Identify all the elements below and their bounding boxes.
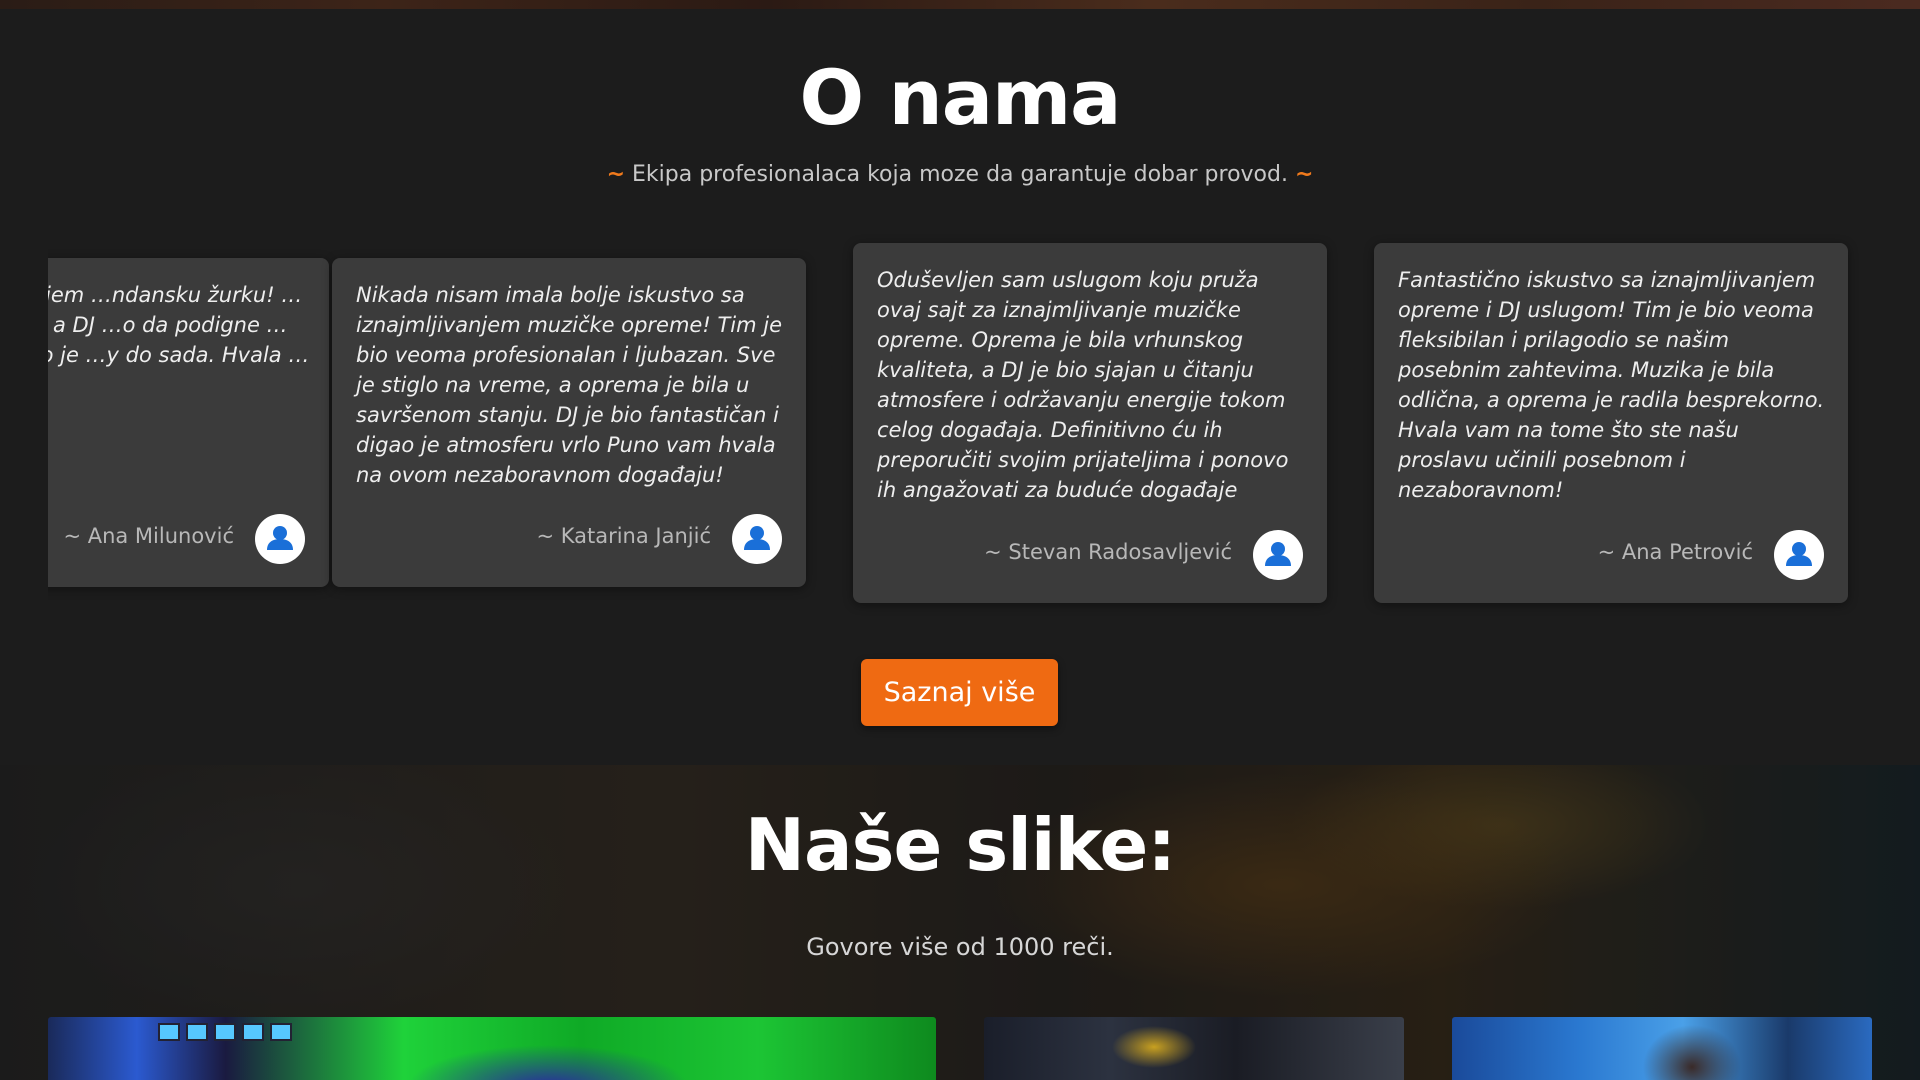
gallery-photo[interactable] [48,1017,936,1080]
about-section: O nama ~ Ekipa profesionalaca koja moze … [0,9,1920,765]
testimonial-author: ~ Stevan Radosavljević [984,540,1232,564]
photos-section: Naše slike: Govore više od 1000 reči. [0,765,1920,1080]
user-avatar-icon [732,514,782,564]
testimonial-author: ~ Ana Milunović [63,524,234,548]
testimonial-text: …a iznajmljivanjem …ndansku žurku! …nsko… [48,283,310,367]
testimonial-text: Nikada nisam imala bolje iskustvo sa izn… [356,283,782,487]
photos-title: Naše slike: [744,803,1176,887]
testimonial-text: Oduševljen sam uslugom koju pruža ovaj s… [877,268,1289,502]
testimonial-author: ~ Ana Petrović [1597,540,1753,564]
testimonial-card: Oduševljen sam uslugom koju pruža ovaj s… [853,243,1327,603]
user-avatar-icon [1253,530,1303,580]
testimonial-author: ~ Katarina Janjić [536,524,711,548]
photos-subtitle: Govore više od 1000 reči. [806,933,1114,961]
user-avatar-icon [1774,530,1824,580]
user-avatar-icon [255,514,305,564]
testimonial-text: Fantastično iskustvo sa iznajmljivanjem … [1398,268,1825,502]
testimonial-card: Fantastično iskustvo sa iznajmljivanjem … [1374,243,1848,603]
gallery-photo[interactable] [1452,1017,1872,1080]
testimonial-card: …a iznajmljivanjem …ndansku žurku! …nsko… [48,258,329,587]
hero-image-bottom-edge [0,0,1920,9]
testimonial-card: Nikada nisam imala bolje iskustvo sa izn… [332,258,806,587]
gallery-photo[interactable] [984,1017,1404,1080]
learn-more-button[interactable]: Saznaj više [861,659,1058,726]
testimonials-carousel[interactable]: …a iznajmljivanjem …ndansku žurku! …nsko… [48,9,1872,769]
